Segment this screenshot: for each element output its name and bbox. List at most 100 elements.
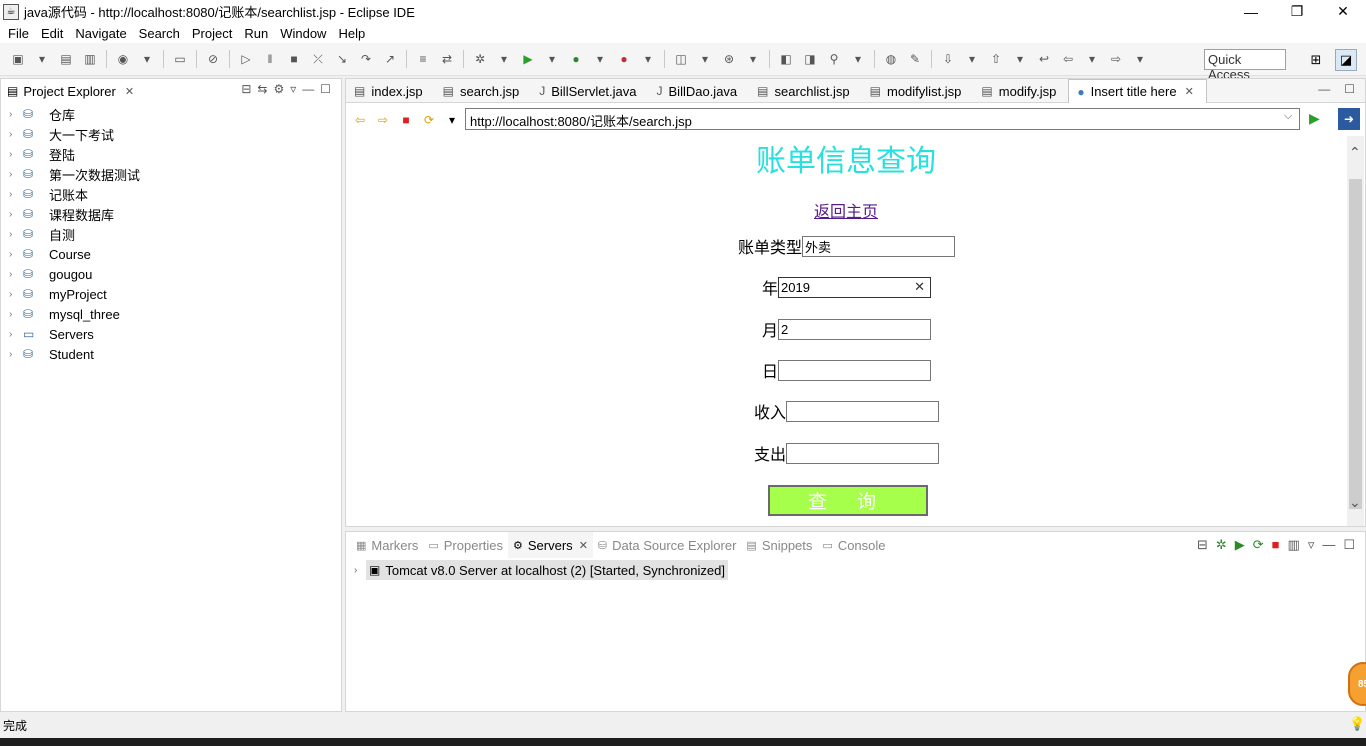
run-icon[interactable]: ▶ (520, 51, 536, 67)
tab-markers[interactable]: ▦ Markers (351, 532, 423, 558)
url-input[interactable]: http://localhost:8080/记账本/search.jsp (465, 108, 1300, 130)
chevron-down-icon[interactable]: ▾ (444, 112, 460, 128)
web-browser-icon[interactable]: ◍ (883, 51, 899, 67)
dropdown-icon[interactable]: ▾ (697, 51, 713, 67)
chevron-right-icon[interactable]: › (9, 329, 19, 340)
console-icon[interactable]: ▭ (172, 51, 188, 67)
new-java-project-icon[interactable]: ◫ (673, 51, 689, 67)
minimize-button[interactable]: — (1228, 0, 1274, 23)
tree-item[interactable]: › ⛁ Course (1, 244, 341, 264)
link-editor-icon[interactable]: ⇆ (257, 82, 267, 96)
menu-edit[interactable]: Edit (35, 26, 69, 41)
view-menu-icon[interactable]: ▿ (290, 82, 296, 96)
open-external-icon[interactable]: ➜ (1338, 108, 1360, 130)
clear-icon[interactable]: ✕ (914, 279, 925, 295)
quick-access-input[interactable]: Quick Access (1204, 49, 1286, 82)
open-type-icon[interactable]: ◧ (778, 51, 794, 67)
expense-input[interactable] (786, 442, 940, 464)
dropdown-icon[interactable]: ▾ (1012, 51, 1028, 67)
menu-file[interactable]: File (2, 26, 35, 41)
tree-item[interactable]: › ⛁ 仓库 (1, 104, 341, 124)
income-input[interactable] (786, 400, 940, 422)
tab-billdao-java[interactable]: J BillDao.java (649, 79, 750, 103)
tree-item[interactable]: › ⛁ gougou (1, 264, 341, 284)
menu-window[interactable]: Window (274, 26, 332, 41)
save-all-icon[interactable]: ▥ (82, 51, 98, 67)
chevron-right-icon[interactable]: › (9, 309, 19, 320)
close-icon[interactable]: ✕ (125, 85, 134, 98)
tree-item[interactable]: › ⛁ 自测 (1, 224, 341, 244)
tree-item[interactable]: › ▭ Servers (1, 324, 341, 344)
dropdown-icon[interactable]: ▾ (640, 51, 656, 67)
step-into-icon[interactable]: ↘ (334, 51, 350, 67)
search-submit-button[interactable]: 查 询 (768, 485, 928, 516)
month-input[interactable] (778, 318, 932, 340)
profile-server-icon[interactable]: ⟳ (1253, 537, 1264, 553)
open-task-icon[interactable]: ◨ (802, 51, 818, 67)
minimize-view-icon[interactable]: — (1322, 537, 1335, 553)
new-class-icon[interactable]: ⊛ (721, 51, 737, 67)
forward-arrow-icon[interactable]: ⇨ (375, 112, 391, 128)
close-window-button[interactable]: ✕ (1320, 0, 1366, 23)
minimize-view-icon[interactable]: — (302, 82, 314, 96)
tab-search-jsp[interactable]: ▤ search.jsp (435, 79, 532, 103)
dropdown-icon[interactable]: ▾ (139, 51, 155, 67)
maximize-view-icon[interactable]: ☐ (320, 82, 331, 96)
url-dropdown-icon[interactable]: ⌵ (1284, 110, 1292, 123)
chevron-right-icon[interactable]: › (9, 209, 19, 220)
tab-modifylist-jsp[interactable]: ▤ modifylist.jsp (862, 79, 974, 103)
tab-data-source-explorer[interactable]: ⛁ Data Source Explorer (593, 532, 742, 558)
notification-badge[interactable]: 85 (1348, 662, 1366, 706)
vertical-scrollbar[interactable]: ⌃ ⌄ (1347, 136, 1364, 526)
chevron-right-icon[interactable]: › (9, 109, 19, 120)
tree-item[interactable]: › ⛁ 记账本 (1, 184, 341, 204)
tab-searchlist-jsp[interactable]: ▤ searchlist.jsp (749, 79, 861, 103)
tab-console[interactable]: ▭ Console (817, 532, 890, 558)
forward-icon[interactable]: ⇨ (1108, 51, 1124, 67)
refresh-icon[interactable]: ⟳ (421, 112, 437, 128)
tab-snippets[interactable]: ▤ Snippets (741, 532, 817, 558)
dropdown-icon[interactable]: ▾ (592, 51, 608, 67)
bill-type-input[interactable] (802, 235, 956, 257)
new-icon[interactable]: ▣ (10, 51, 26, 67)
minimize-view-icon[interactable]: — (1318, 82, 1330, 96)
maximize-view-icon[interactable]: ☐ (1343, 537, 1355, 553)
save-icon[interactable]: ▤ (58, 51, 74, 67)
next-annotation-icon[interactable]: ⇩ (940, 51, 956, 67)
debug-server-icon[interactable]: ✲ (1216, 537, 1227, 553)
stop-icon[interactable]: ■ (398, 112, 414, 128)
menu-run[interactable]: Run (238, 26, 274, 41)
dropdown-icon[interactable]: ▾ (496, 51, 512, 67)
menu-navigate[interactable]: Navigate (69, 26, 132, 41)
stop-server-icon[interactable]: ■ (1272, 537, 1280, 553)
perspective-icon[interactable]: ◉ (115, 51, 131, 67)
tab-billservlet-java[interactable]: J BillServlet.java (531, 79, 648, 103)
tab-index-jsp[interactable]: ▤ index.jsp (346, 79, 435, 103)
chevron-right-icon[interactable]: › (9, 269, 19, 280)
external-tools-icon[interactable]: ● (616, 51, 632, 67)
step-over-icon[interactable]: ↷ (358, 51, 374, 67)
open-perspective-icon[interactable]: ⊞ (1305, 49, 1327, 71)
menu-project[interactable]: Project (186, 26, 238, 41)
terminate-icon[interactable]: ■ (286, 51, 302, 67)
dropdown-icon[interactable]: ▾ (745, 51, 761, 67)
chevron-right-icon[interactable]: › (9, 229, 19, 240)
tree-item[interactable]: › ⛁ Student (1, 344, 341, 364)
chevron-right-icon[interactable]: › (9, 189, 19, 200)
chevron-down-icon[interactable]: ⌄ (1349, 494, 1361, 511)
tree-item[interactable]: › ⛁ myProject (1, 284, 341, 304)
day-input[interactable] (778, 359, 932, 381)
dropdown-icon[interactable]: ▾ (1084, 51, 1100, 67)
chevron-right-icon[interactable]: › (9, 249, 19, 260)
step-return-icon[interactable]: ↗ (382, 51, 398, 67)
back-home-link-text[interactable]: 返回主页 (814, 204, 878, 221)
server-entry[interactable]: ▣ Tomcat v8.0 Server at localhost (2) [S… (366, 560, 728, 580)
chevron-right-icon[interactable]: › (9, 289, 19, 300)
collapse-all-icon[interactable]: ⊟ (241, 82, 251, 96)
filter-icon[interactable]: ⚙ (273, 82, 284, 96)
close-icon[interactable]: ✕ (579, 539, 588, 552)
tree-item[interactable]: › ⛁ 大一下考试 (1, 124, 341, 144)
start-server-icon[interactable]: ▶ (1235, 537, 1245, 553)
tree-item[interactable]: › ⛁ 第一次数据测试 (1, 164, 341, 184)
dropdown-icon[interactable]: ▾ (964, 51, 980, 67)
